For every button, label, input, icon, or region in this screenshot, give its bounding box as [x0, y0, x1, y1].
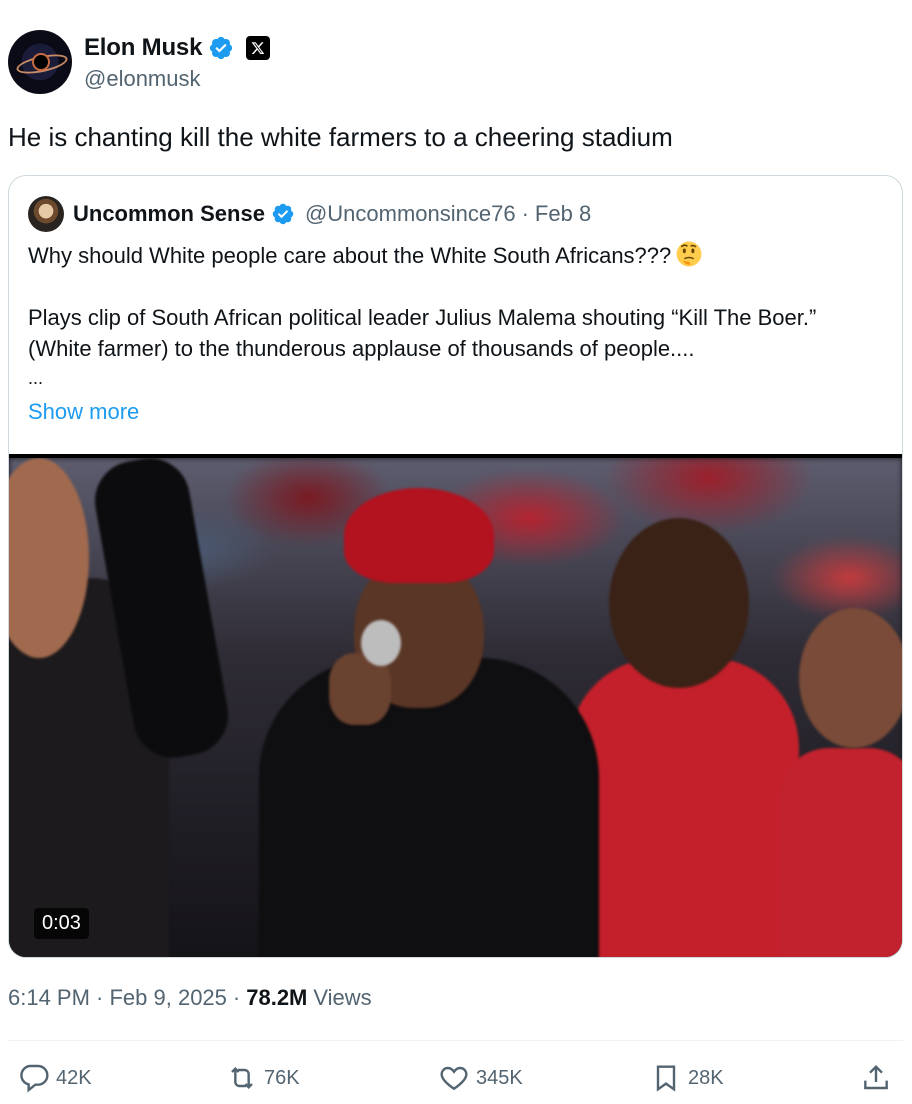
- like-count: 345K: [476, 1066, 523, 1089]
- repost-icon: [231, 1066, 253, 1090]
- video-person-far-right-body: [779, 748, 902, 957]
- show-more-link[interactable]: Show more: [28, 399, 139, 425]
- share-icon: [864, 1064, 888, 1090]
- video-person-right-head: [609, 518, 749, 688]
- bookmark-count: 28K: [688, 1066, 724, 1089]
- quoted-author-avatar[interactable]: [28, 196, 64, 232]
- quoted-tweet-body: Why should White people care about the W…: [28, 240, 878, 392]
- thinking-face-icon: [676, 241, 702, 267]
- quoted-author-name[interactable]: Uncommon Sense: [73, 201, 265, 227]
- repost-count: 76K: [264, 1066, 300, 1089]
- video-person-right-body: [569, 658, 799, 957]
- video-speaker-beret: [344, 488, 494, 583]
- separator-dot: ·: [521, 201, 529, 226]
- quoted-tweet-header: Uncommon Sense @Uncommonsince76 · Feb 8: [28, 196, 591, 232]
- heart-icon: [440, 1066, 468, 1091]
- quoted-date[interactable]: Feb 8: [535, 201, 591, 227]
- quoted-line-3: ...: [28, 368, 44, 388]
- quoted-line-1-text: Why should White people care about the W…: [28, 243, 672, 268]
- video-timestamp: 0:03: [34, 908, 89, 939]
- tweet-timestamp[interactable]: 6:14 PM · Feb 9, 2025: [8, 985, 227, 1011]
- quoted-line-2: Plays clip of South African political le…: [28, 305, 817, 361]
- author-name-row: Elon Musk: [84, 34, 271, 62]
- views-count: 78.2M: [246, 985, 308, 1010]
- tweet-text: He is chanting kill the white farmers to…: [8, 122, 673, 152]
- author-handle[interactable]: @elonmusk: [84, 66, 201, 92]
- like-button[interactable]: 345K: [438, 1058, 523, 1098]
- author-avatar[interactable]: [8, 30, 72, 94]
- tweet-actions: 42K 76K 345K 28K: [18, 1058, 898, 1098]
- verified-badge-icon: [272, 203, 294, 225]
- share-button[interactable]: [860, 1058, 892, 1098]
- reply-count: 42K: [56, 1066, 92, 1089]
- bookmark-button[interactable]: 28K: [650, 1058, 724, 1098]
- video-microphone: [361, 620, 401, 666]
- reply-button[interactable]: 42K: [18, 1058, 92, 1098]
- quoted-author-handle[interactable]: @Uncommonsince76: [305, 201, 516, 227]
- views-label: Views: [313, 985, 372, 1010]
- repost-button[interactable]: 76K: [226, 1058, 300, 1098]
- quoted-tweet-card[interactable]: Uncommon Sense @Uncommonsince76 · Feb 8 …: [8, 175, 903, 958]
- tweet-meta: 6:14 PM · Feb 9, 2025 · 78.2M Views: [8, 985, 372, 1011]
- bookmark-icon: [656, 1065, 676, 1092]
- video-person-far-right-head: [799, 608, 902, 748]
- verified-badge-icon: [210, 36, 233, 60]
- tweet-header: Elon Musk @elonmusk: [8, 30, 898, 96]
- author-display-name[interactable]: Elon Musk: [84, 34, 202, 62]
- separator-dot: ·: [232, 985, 241, 1010]
- x-affiliation-icon[interactable]: [246, 36, 271, 60]
- divider: [8, 1040, 903, 1041]
- video-player[interactable]: 0:03: [9, 454, 902, 957]
- reply-icon: [20, 1064, 49, 1093]
- quoted-line-1: Why should White people care about the W…: [28, 240, 878, 271]
